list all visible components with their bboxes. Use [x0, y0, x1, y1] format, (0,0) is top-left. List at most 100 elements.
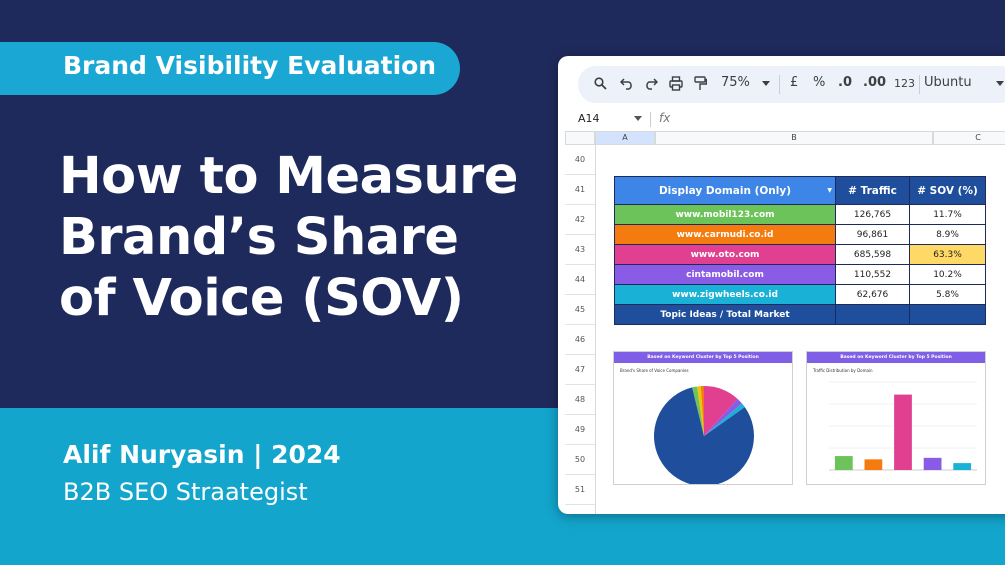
row-header[interactable]: 44	[565, 275, 595, 284]
fx-icon: fx	[659, 111, 671, 125]
chevron-down-icon[interactable]	[996, 81, 1004, 87]
row-divider	[565, 324, 595, 325]
row-header[interactable]: 47	[565, 365, 595, 374]
row-divider	[565, 264, 595, 265]
bar-chart-card[interactable]: Based on Keyword Cluster by Top 5 Positi…	[806, 351, 986, 485]
table-row: www.carmudi.co.id 96,861 8.9%	[614, 224, 986, 245]
column-header-c[interactable]: C	[933, 131, 1005, 145]
column-header-b[interactable]: B	[655, 131, 933, 145]
domain-cell[interactable]: www.oto.com	[614, 244, 836, 265]
chevron-down-icon[interactable]	[762, 81, 770, 87]
row-divider	[565, 414, 595, 415]
bar	[953, 463, 972, 470]
footer-cell[interactable]	[909, 304, 986, 325]
row-divider	[565, 354, 595, 355]
search-icon[interactable]	[594, 77, 607, 90]
footer-label[interactable]: Topic Ideas / Total Market	[614, 304, 836, 325]
header-sov[interactable]: # SOV (%)	[909, 176, 986, 205]
row-header[interactable]: 49	[565, 425, 595, 434]
table-footer-row: Topic Ideas / Total Market	[614, 304, 986, 325]
bar	[834, 456, 853, 470]
paint-format-icon[interactable]	[694, 76, 707, 91]
table-row: www.mobil123.com 126,765 11.7%	[614, 204, 986, 225]
tag-label: Brand Visibility Evaluation	[63, 51, 437, 80]
row-gutter-border	[595, 145, 596, 514]
traffic-cell[interactable]: 126,765	[835, 204, 910, 225]
pie-chart-header: Based on Keyword Cluster by Top 5 Positi…	[614, 352, 792, 363]
traffic-cell[interactable]: 62,676	[835, 284, 910, 305]
font-select[interactable]: Ubuntu	[924, 75, 972, 90]
select-all-corner[interactable]	[565, 131, 595, 145]
pie-chart-card[interactable]: Based on Keyword Cluster by Top 5 Positi…	[613, 351, 793, 485]
row-header[interactable]: 41	[565, 185, 595, 194]
chevron-down-icon[interactable]	[634, 116, 642, 122]
author-role: B2B SEO Straategist	[63, 478, 308, 506]
row-header[interactable]: 42	[565, 215, 595, 224]
row-divider	[565, 204, 595, 205]
number-format-button[interactable]: 123	[894, 77, 915, 90]
decrease-decimal-button[interactable]: .0	[838, 75, 852, 90]
cell-reference[interactable]: A14	[578, 112, 600, 125]
row-divider	[565, 294, 595, 295]
formula-divider	[650, 112, 651, 127]
zoom-select[interactable]: 75%	[721, 75, 750, 90]
filter-dropdown-icon[interactable]: ▼	[827, 187, 832, 194]
sov-cell[interactable]: 11.7%	[909, 204, 986, 225]
print-icon[interactable]	[669, 76, 683, 91]
traffic-cell[interactable]: 685,598	[835, 244, 910, 265]
author-line: Alif Nuryasin | 2024	[63, 440, 341, 469]
traffic-cell[interactable]: 110,552	[835, 264, 910, 285]
headline: How to Measure Brand’s Share of Voice (S…	[59, 146, 549, 329]
domain-cell[interactable]: www.mobil123.com	[614, 204, 836, 225]
header-domain[interactable]: Display Domain (Only) ▼	[614, 176, 836, 205]
sov-cell[interactable]: 5.8%	[909, 284, 986, 305]
bar-chart-header: Based on Keyword Cluster by Top 5 Positi…	[807, 352, 985, 363]
domain-cell[interactable]: www.zigwheels.co.id	[614, 284, 836, 305]
table-row: www.zigwheels.co.id 62,676 5.8%	[614, 284, 986, 305]
row-header[interactable]: 43	[565, 245, 595, 254]
row-divider	[565, 474, 595, 475]
bar-chart	[829, 381, 977, 471]
row-header[interactable]: 51	[565, 485, 595, 494]
row-divider	[565, 444, 595, 445]
table-row: www.oto.com 685,598 63.3%	[614, 244, 986, 265]
bar	[923, 457, 942, 470]
pie-chart	[654, 386, 754, 484]
spreadsheet-window: 75% £ % .0 .00 123 Ubuntu A14 fx A B C 4…	[558, 56, 1005, 514]
bar	[864, 459, 883, 470]
headline-line-1: How to Measure	[59, 147, 518, 206]
row-header[interactable]: 50	[565, 455, 595, 464]
sov-cell[interactable]: 63.3%	[909, 244, 986, 265]
row-header[interactable]: 40	[565, 155, 595, 164]
domain-cell[interactable]: cintamobil.com	[614, 264, 836, 285]
header-traffic[interactable]: # Traffic	[835, 176, 910, 205]
row-divider	[565, 234, 595, 235]
increase-decimal-button[interactable]: .00	[863, 75, 886, 90]
table-row: cintamobil.com 110,552 10.2%	[614, 264, 986, 285]
traffic-cell[interactable]: 96,861	[835, 224, 910, 245]
bar	[894, 394, 912, 470]
percent-format-button[interactable]: %	[813, 75, 825, 90]
column-header-a[interactable]: A	[595, 131, 655, 145]
row-divider	[565, 384, 595, 385]
toolbar-divider	[779, 75, 780, 94]
row-header[interactable]: 46	[565, 335, 595, 344]
redo-icon[interactable]	[644, 77, 658, 90]
row-header[interactable]: 48	[565, 395, 595, 404]
spreadsheet-toolbar: 75% £ % .0 .00 123 Ubuntu	[578, 66, 1005, 103]
sov-table: Display Domain (Only) ▼ # Traffic # SOV …	[614, 176, 986, 325]
formula-bar: A14 fx	[558, 108, 1005, 130]
footer-cell[interactable]	[835, 304, 910, 325]
headline-line-2: Brand’s Share	[59, 208, 459, 267]
table-header-row: Display Domain (Only) ▼ # Traffic # SOV …	[614, 176, 986, 205]
headline-line-3: of Voice (SOV)	[59, 269, 464, 328]
toolbar-divider	[919, 75, 920, 94]
undo-icon[interactable]	[620, 77, 634, 90]
currency-format-button[interactable]: £	[790, 75, 798, 90]
row-divider	[565, 174, 595, 175]
domain-cell[interactable]: www.carmudi.co.id	[614, 224, 836, 245]
row-header[interactable]: 45	[565, 305, 595, 314]
sov-cell[interactable]: 10.2%	[909, 264, 986, 285]
sov-cell[interactable]: 8.9%	[909, 224, 986, 245]
row-divider	[565, 504, 595, 505]
